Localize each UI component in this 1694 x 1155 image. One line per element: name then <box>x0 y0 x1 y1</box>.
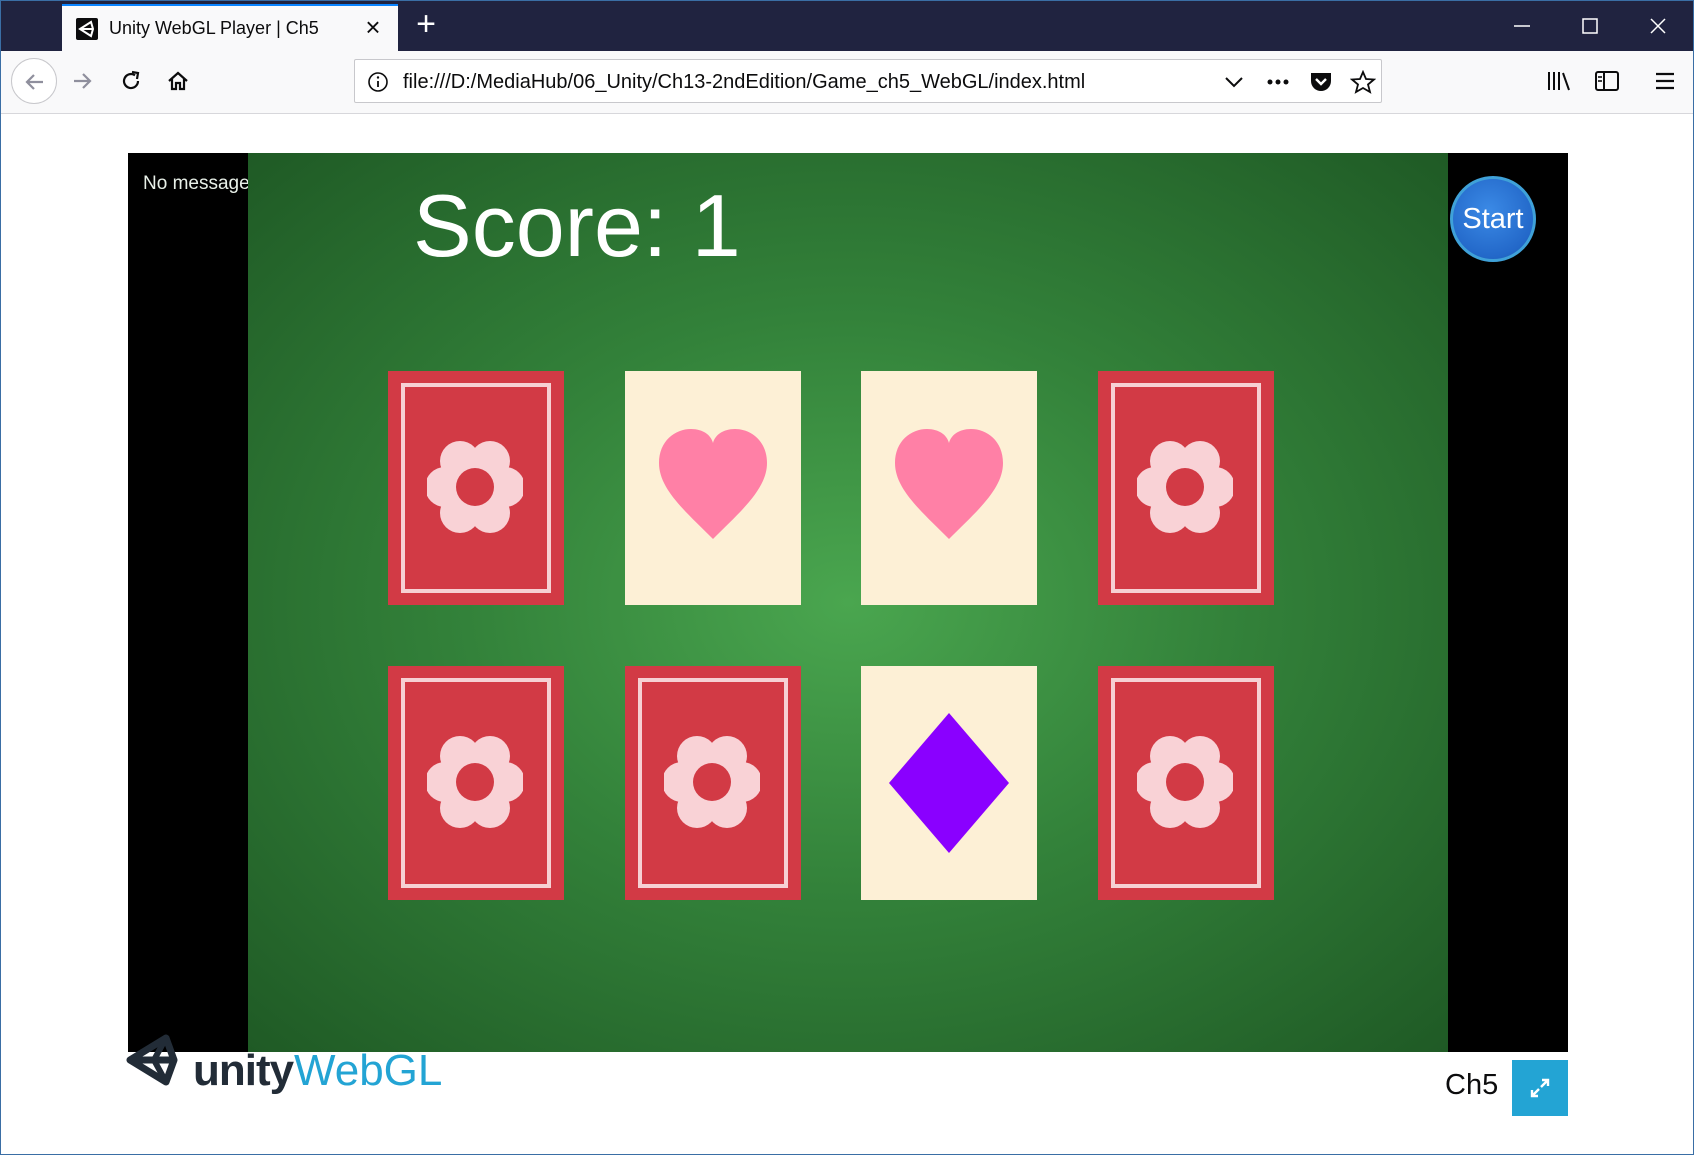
close-icon <box>1650 18 1666 34</box>
arrow-left-icon <box>25 74 43 90</box>
navigation-toolbar: file:///D:/MediaHub/06_Unity/Ch13-2ndEdi… <box>1 51 1693 114</box>
fullscreen-icon <box>1530 1078 1550 1098</box>
sidebar-icon <box>1595 71 1619 91</box>
forward-button[interactable] <box>62 61 102 101</box>
reload-icon <box>122 70 140 90</box>
reload-button[interactable] <box>111 61 151 101</box>
tab-title: Unity WebGL Player | Ch5 <box>109 18 319 38</box>
browser-window: Unity WebGL Player | Ch5 × + file:///D:/… <box>0 0 1694 1155</box>
game-title: Ch5 <box>1445 1069 1499 1101</box>
pocket-icon[interactable] <box>1308 70 1334 94</box>
card-face-down[interactable] <box>388 371 564 605</box>
menu-button[interactable] <box>1645 61 1685 101</box>
card-table: Score: 1 Start <box>248 153 1536 1052</box>
card-diamond[interactable] <box>861 666 1037 900</box>
chevron-down-icon[interactable] <box>1221 70 1247 94</box>
flower-icon <box>1137 736 1233 828</box>
close-window-button[interactable] <box>1624 1 1692 51</box>
heart-icon <box>895 429 1003 539</box>
tab-close-icon[interactable]: × <box>360 14 386 41</box>
library-icon <box>1548 72 1570 91</box>
home-icon <box>168 71 188 91</box>
unity-favicon-icon <box>76 18 98 40</box>
tab-strip: Unity WebGL Player | Ch5 × + <box>1 1 1693 51</box>
card-heart[interactable] <box>625 371 801 605</box>
card-heart[interactable] <box>861 371 1037 605</box>
minimize-icon <box>1514 25 1530 27</box>
maximize-button[interactable] <box>1556 1 1624 51</box>
card-face-down[interactable] <box>388 666 564 900</box>
unity-logo-text: unity <box>193 1046 294 1095</box>
unity-game-canvas[interactable]: No message yet Score: 1 Start <box>128 153 1568 1052</box>
start-button-label: Start <box>1462 203 1524 235</box>
flower-icon <box>664 736 760 828</box>
card-face-down[interactable] <box>1098 666 1274 900</box>
info-icon[interactable] <box>367 71 389 93</box>
diamond-icon <box>889 713 1009 853</box>
fullscreen-button[interactable] <box>1512 1060 1568 1116</box>
flower-icon <box>427 441 523 533</box>
webgl-logo-text: WebGL <box>294 1046 443 1095</box>
maximize-icon <box>1582 18 1598 34</box>
browser-tab[interactable]: Unity WebGL Player | Ch5 × <box>62 4 398 51</box>
page-content: No message yet Score: 1 Start unity WebG… <box>1 114 1693 1154</box>
new-tab-icon[interactable]: + <box>410 7 442 41</box>
url-bar[interactable]: file:///D:/MediaHub/06_Unity/Ch13-2ndEdi… <box>354 59 1382 103</box>
tab-active-indicator <box>62 4 398 6</box>
library-button[interactable] <box>1538 61 1578 101</box>
score-label: Score: 1 <box>413 176 741 275</box>
home-button[interactable] <box>158 61 198 101</box>
flower-icon <box>427 736 523 828</box>
start-button[interactable]: Start <box>1450 176 1536 262</box>
url-text[interactable]: file:///D:/MediaHub/06_Unity/Ch13-2ndEdi… <box>403 71 1085 94</box>
unity-logo-icon <box>126 1034 178 1086</box>
sidebar-button[interactable] <box>1586 61 1626 101</box>
star-icon[interactable] <box>1350 70 1376 94</box>
hamburger-menu-icon <box>1656 72 1674 90</box>
arrow-right-icon <box>74 73 92 89</box>
back-button[interactable] <box>11 58 57 104</box>
ellipsis-icon[interactable] <box>1265 70 1291 94</box>
card-face-down[interactable] <box>625 666 801 900</box>
card-face-down[interactable] <box>1098 371 1274 605</box>
minimize-button[interactable] <box>1488 1 1556 51</box>
flower-icon <box>1137 441 1233 533</box>
heart-icon <box>659 429 767 539</box>
